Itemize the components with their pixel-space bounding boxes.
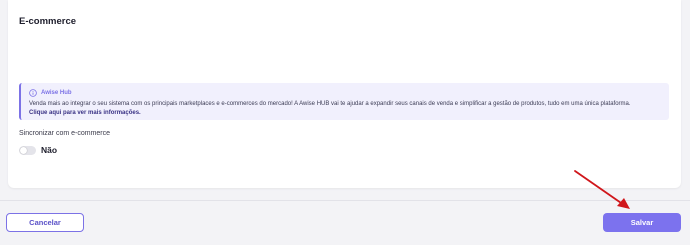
- save-button[interactable]: Salvar: [603, 213, 681, 232]
- toggle-knob: [20, 146, 27, 154]
- sync-toggle-row: Não: [19, 145, 57, 155]
- toggle-state-label: Não: [41, 145, 58, 155]
- ecommerce-card: E-commerce Awise Hub Venda mais ao integ…: [8, 0, 681, 188]
- info-text: Venda mais ao integrar o seu sistema com…: [29, 100, 669, 117]
- info-header: Awise Hub: [29, 87, 669, 98]
- sync-toggle[interactable]: [19, 145, 36, 155]
- info-title: Awise Hub: [41, 89, 72, 96]
- info-icon: [29, 88, 37, 97]
- sync-label: Sincronizar com e-commerce: [19, 130, 111, 137]
- info-description: Venda mais ao integrar o seu sistema com…: [29, 101, 631, 107]
- card-title: E-commerce: [19, 16, 77, 27]
- more-info-link[interactable]: Clique aqui para ver mais informações.: [29, 110, 141, 116]
- annotation-arrow-icon: [574, 170, 630, 209]
- info-box: Awise Hub Venda mais ao integrar o seu s…: [19, 83, 669, 120]
- cancel-button[interactable]: Cancelar: [6, 213, 84, 232]
